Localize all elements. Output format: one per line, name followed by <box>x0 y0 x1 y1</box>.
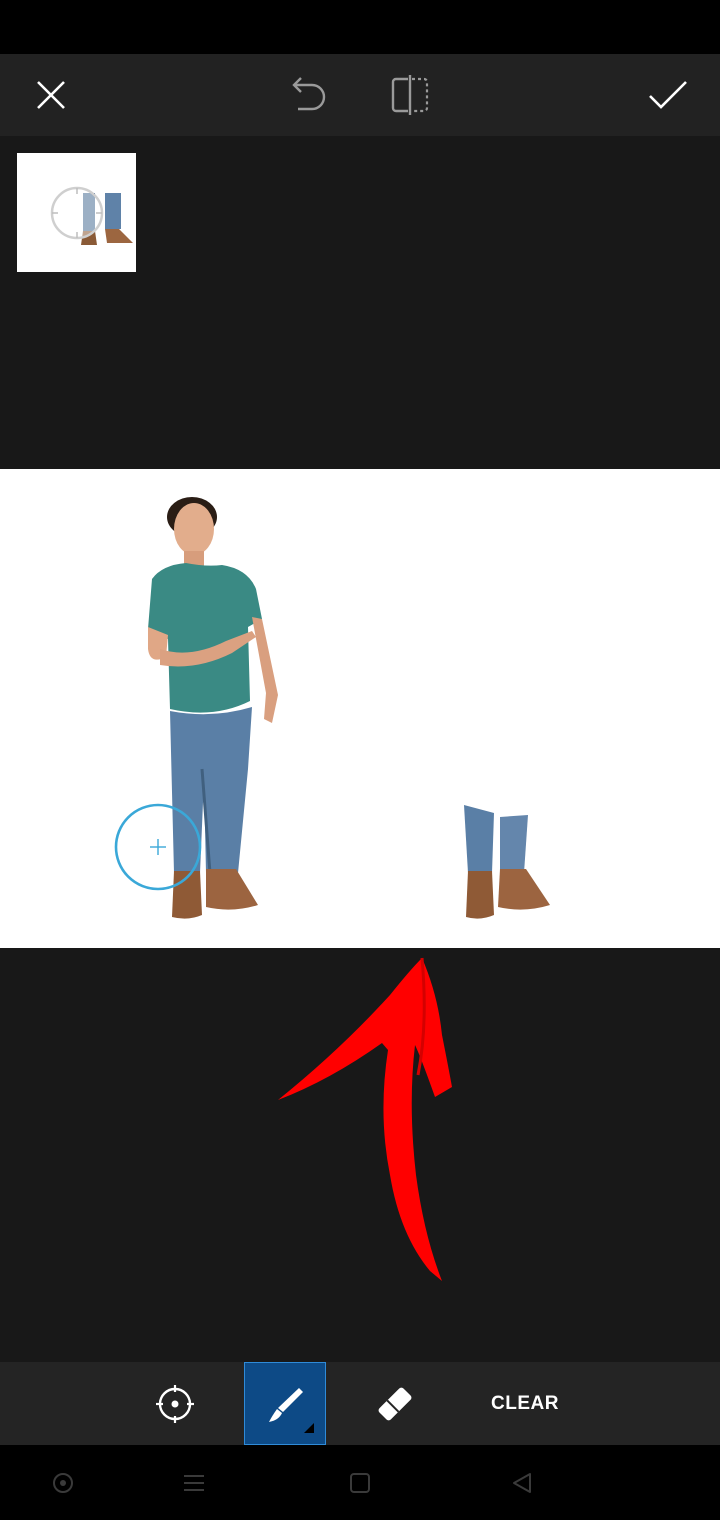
system-nav-bar <box>0 1445 720 1520</box>
eraser-tool[interactable] <box>355 1362 435 1445</box>
tool-options-indicator-icon <box>304 1423 314 1433</box>
preview-image <box>17 153 136 272</box>
apply-button[interactable] <box>628 54 708 136</box>
undo-button[interactable] <box>268 54 348 136</box>
home-circle-icon <box>53 1472 73 1493</box>
clear-label: CLEAR <box>491 1392 559 1414</box>
nav-menu-button[interactable] <box>164 1445 224 1520</box>
recents-square-icon <box>350 1472 370 1493</box>
close-icon <box>37 81 65 109</box>
brush-tool[interactable] <box>244 1362 326 1445</box>
brush-icon <box>269 1387 303 1422</box>
status-bar <box>0 0 720 54</box>
bottom-toolbar: CLEAR <box>0 1362 720 1445</box>
back-triangle-icon <box>513 1472 531 1493</box>
photo-person <box>148 497 550 919</box>
brush-cursor-icon[interactable] <box>113 802 203 892</box>
check-icon <box>649 81 687 109</box>
close-button[interactable] <box>11 54 91 136</box>
undo-icon <box>292 77 326 111</box>
eraser-icon <box>378 1387 412 1420</box>
image-canvas[interactable] <box>0 469 720 948</box>
nav-recents-button[interactable] <box>330 1445 390 1520</box>
compare-button[interactable] <box>370 54 450 136</box>
nav-back-button[interactable] <box>492 1445 552 1520</box>
annotation-arrow <box>278 957 452 1281</box>
select-object-tool[interactable] <box>135 1362 215 1445</box>
menu-icon <box>184 1474 204 1491</box>
compare-icon <box>391 75 429 115</box>
target-icon <box>156 1384 194 1423</box>
magnifier-preview <box>17 153 136 272</box>
nav-home-button[interactable] <box>33 1445 93 1520</box>
top-toolbar <box>0 54 720 136</box>
clear-button[interactable]: CLEAR <box>470 1362 580 1445</box>
